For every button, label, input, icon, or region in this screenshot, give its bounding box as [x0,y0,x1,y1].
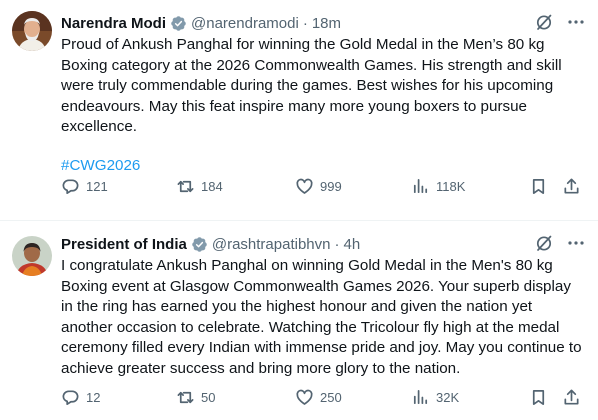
repost-button[interactable]: 50 [176,388,215,407]
views-button[interactable]: 32K [411,388,459,407]
like-button[interactable]: 250 [295,388,342,407]
reply-count: 121 [86,178,108,194]
reply-button[interactable]: 12 [61,388,100,407]
avatar-image [12,236,52,276]
share-button[interactable] [562,388,581,407]
repost-count: 50 [201,389,216,405]
reply-icon [62,178,79,194]
timeline-feed: Narendra Modi @narendramodi · 18m Proud … [0,0,598,420]
like-icon [296,178,313,194]
tweet-rashtrapatibhvn[interactable]: President of India @rashtrapatibhvn · 4h [0,222,598,420]
reply-icon [62,389,79,405]
like-count: 999 [320,178,342,194]
avatar[interactable] [12,236,52,276]
reply-button[interactable]: 121 [61,177,108,196]
like-count: 250 [320,389,342,405]
share-button[interactable] [562,177,581,196]
share-icon [564,178,579,194]
repost-count: 184 [201,178,223,194]
tweet-narendramodi[interactable]: Narendra Modi @narendramodi · 18m Proud … [0,0,598,221]
views-button[interactable]: 118K [411,177,465,196]
views-icon [413,178,428,193]
bookmark-icon [532,389,545,405]
avatar-image [12,11,52,51]
like-icon [296,389,313,405]
share-icon [564,389,579,405]
views-count: 118K [436,178,466,194]
avatar[interactable] [12,11,52,51]
bookmark-button[interactable] [529,177,548,196]
bookmark-icon [532,178,545,194]
views-icon [413,389,428,404]
repost-button[interactable]: 184 [176,177,223,196]
tweet-actions: 121 184 999 118K [61,176,586,196]
reply-count: 12 [86,389,101,405]
tweet-actions: 12 50 250 32K [61,387,586,407]
views-count: 32K [436,389,460,405]
like-button[interactable]: 999 [295,177,342,196]
repost-icon [177,391,194,403]
repost-icon [177,180,194,192]
tweet-actions-wrap: 121 184 999 118K [61,0,586,220]
tweet-actions-wrap: 12 50 250 32K [61,222,586,420]
bookmark-button[interactable] [529,388,548,407]
